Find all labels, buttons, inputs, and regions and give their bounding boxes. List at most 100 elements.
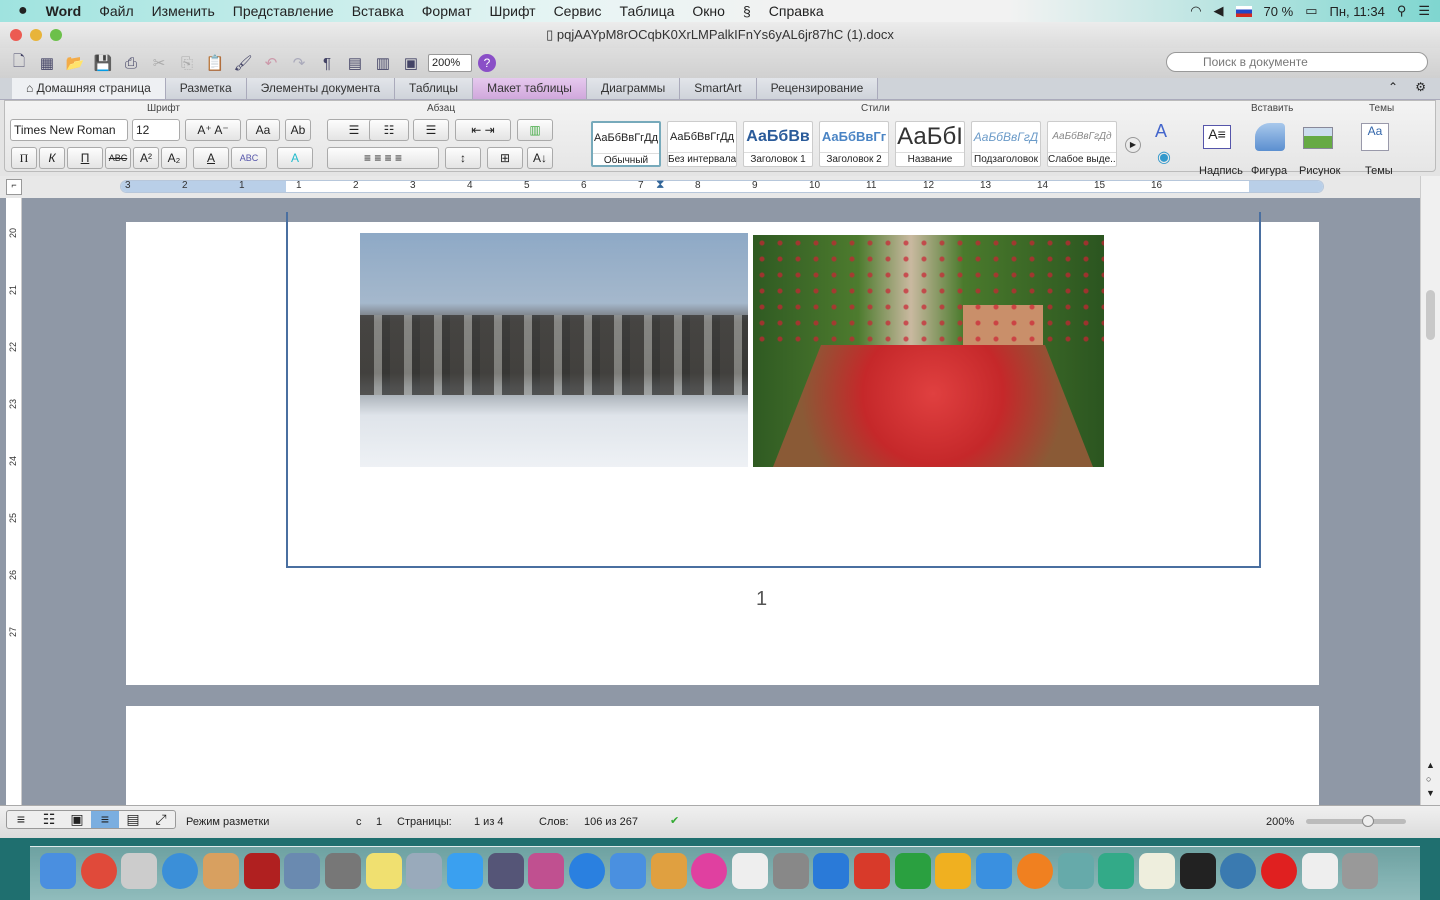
style-subtitle[interactable]: АаБбВвГгД Подзаголовок [971,121,1041,167]
cut-icon[interactable]: ✂ [148,53,170,73]
gear-icon[interactable]: ⚙ [1415,80,1426,94]
clock[interactable]: Пн, 11:34 [1329,4,1384,19]
highlight-button[interactable]: ABC [231,147,267,169]
styles-pane-icon[interactable]: ◉ [1157,147,1171,167]
menu-window[interactable]: Окно [683,3,734,19]
menu-view[interactable]: Представление [224,3,343,19]
lync-icon[interactable] [976,853,1013,889]
font-name-select[interactable]: Times New Roman [10,119,128,141]
gallery-icon[interactable]: ▥ [372,53,394,73]
paste-icon[interactable]: 📋 [204,53,226,73]
spellcheck-icon[interactable]: ✔ [670,814,679,827]
parallels-icon[interactable] [121,853,158,889]
photo-booth-icon[interactable] [243,853,280,889]
battery-label[interactable]: 70 % [1264,4,1294,19]
tab-layout[interactable]: Разметка [165,78,247,99]
tab-charts[interactable]: Диаграммы [586,78,681,99]
apples-image[interactable] [753,235,1104,467]
styles-more-icon[interactable]: ▶ [1125,137,1141,153]
apple-icon[interactable]: ● [0,2,37,20]
zoom-button[interactable] [50,29,62,41]
line-spacing-button[interactable]: ↕ [445,147,481,169]
publishing-view-icon[interactable]: ▣ [63,811,91,828]
text-effects-button[interactable]: A [277,147,313,169]
menu-file[interactable]: Файл [90,3,142,19]
sidebar-icon[interactable]: ▤ [344,53,366,73]
chrome-icon[interactable] [80,853,117,889]
script-icon[interactable]: § [734,3,760,19]
tab-smartart[interactable]: SmartArt [680,78,757,99]
pages-value[interactable]: 1 из 4 [474,816,504,828]
finder-icon[interactable] [40,853,76,889]
trash-icon[interactable] [1342,853,1379,889]
columns-button[interactable]: ▥ [517,119,553,141]
picture-icon[interactable] [1303,127,1333,149]
zoom-slider[interactable] [1306,815,1406,827]
words-value[interactable]: 106 из 267 [584,816,638,828]
media-browser-icon[interactable]: ▣ [400,53,422,73]
spotlight-icon[interactable]: ⚲ [1397,3,1407,19]
preview-icon[interactable] [406,853,443,889]
excel-icon[interactable] [894,853,931,889]
menu-edit[interactable]: Изменить [143,3,224,19]
style-normal[interactable]: АаБбВвГгДд Обычный [591,121,661,167]
menu-help[interactable]: Справка [760,3,833,19]
menu-tools[interactable]: Сервис [545,3,611,19]
undo-icon[interactable]: ↶ [260,53,282,73]
wifi-icon[interactable]: ◠ [1190,3,1201,19]
manage-styles-icon[interactable]: A [1155,121,1167,142]
contacts-icon[interactable] [202,853,239,889]
multilevel-list-button[interactable]: ☰ [413,119,449,141]
textbox-icon[interactable]: A≡ [1203,125,1231,149]
iphoto-icon[interactable] [487,853,524,889]
airdrop-icon[interactable] [1220,853,1257,889]
clear-format-button[interactable]: Ab [285,119,311,141]
font-color-button[interactable]: A [193,147,229,169]
bold-button[interactable]: П [11,147,37,169]
vertical-scrollbar[interactable]: ▲ ○ ▼ [1420,176,1440,805]
tab-selector-icon[interactable]: ⌐ [6,179,22,195]
zoom-select[interactable]: 200% [428,54,472,72]
tab-table-layout[interactable]: Макет таблицы [473,78,587,99]
pages-icon[interactable] [650,853,687,889]
ibooks-icon[interactable] [1016,853,1053,889]
zoom-slider-thumb[interactable] [1362,815,1374,827]
browse-object-icon[interactable]: ○ [1426,774,1431,784]
app-store-icon[interactable] [569,853,606,889]
search-input[interactable]: Поиск в документе [1166,52,1428,72]
new-document-icon[interactable]: 🗋 [8,53,30,73]
menu-app[interactable]: Word [37,3,91,19]
tab-home[interactable]: ⌂ Домашняя страница [12,78,166,99]
save-icon[interactable]: 💾 [92,53,114,73]
downloads-icon[interactable] [1301,853,1338,889]
copy-icon[interactable]: ⎘ [176,53,198,73]
borders-button[interactable]: ⊞ [487,147,523,169]
minimize-button[interactable] [30,29,42,41]
style-title[interactable]: АаБбI Название [895,121,965,167]
scroll-thumb[interactable] [1426,290,1435,340]
print-icon[interactable]: ⎙ [120,53,142,73]
alignment-buttons[interactable]: ≡ ≡ ≡ ≡ [327,147,439,169]
font-size-select[interactable]: 12 [132,119,180,141]
keynote-icon[interactable] [609,853,646,889]
templates-icon[interactable]: ▦ [36,53,58,73]
notebook-view-icon[interactable]: ▤ [119,811,147,828]
tab-review[interactable]: Рецензирование [756,78,879,99]
font-size-buttons[interactable]: A⁺ A⁻ [185,119,241,141]
outlook-icon[interactable] [935,853,972,889]
system-preferences-icon[interactable] [772,853,809,889]
print-layout-view-icon[interactable]: ≡ [91,811,119,828]
help-icon[interactable]: ? [478,54,496,72]
word-icon[interactable] [813,853,850,889]
style-heading-2[interactable]: АаБбВвГг Заголовок 2 [819,121,889,167]
reindeer-image[interactable] [360,233,748,467]
launchpad-icon[interactable] [324,853,361,889]
stickies-icon[interactable] [365,853,402,889]
calendar-icon[interactable] [731,853,768,889]
change-case-button[interactable]: Aa [246,119,280,141]
fullscreen-view-icon[interactable]: ⤢ [147,811,175,828]
draft-view-icon[interactable]: ≡ [7,811,35,828]
close-button[interactable] [10,29,22,41]
collapse-ribbon-icon[interactable]: ⌃ [1388,80,1398,94]
menu-insert[interactable]: Вставка [343,3,413,19]
